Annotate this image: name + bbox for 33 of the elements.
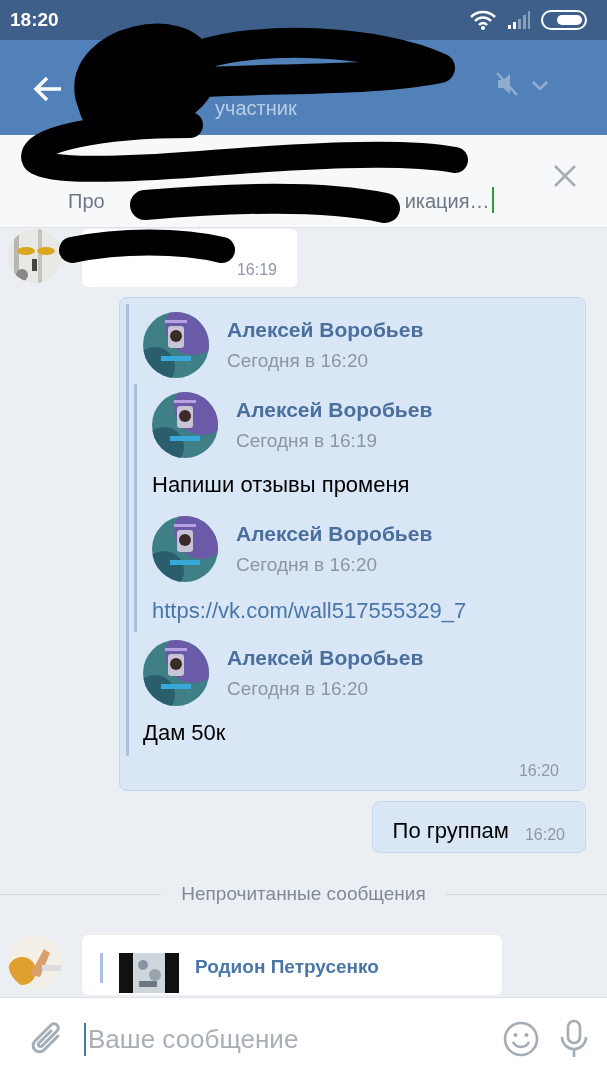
message-time: 16:20 <box>524 826 565 844</box>
signal-icon <box>507 10 531 30</box>
pinned-text: Про <box>68 190 105 213</box>
message-date: Сегодня в 16:20 <box>236 554 378 576</box>
chat-subtitle: участник <box>215 97 297 120</box>
message-date: Сегодня в 16:19 <box>236 430 378 452</box>
message-composer[interactable]: Ваше сообщение <box>0 997 607 1080</box>
author-name[interactable]: Алексей Воробьев <box>236 522 433 546</box>
message-time: 16:19 <box>236 261 277 279</box>
author-name[interactable]: Родион Петрусенко <box>195 957 379 976</box>
message-text: По группам <box>392 818 509 844</box>
muted-speaker-icon[interactable] <box>495 70 519 97</box>
smiley-icon[interactable] <box>503 1021 539 1057</box>
author-name[interactable]: Алексей Воробьев <box>227 646 424 670</box>
message-link[interactable]: https://vk.com/wall517555329_7 <box>152 598 573 624</box>
message-text: Дам 50к <box>143 720 227 746</box>
message-date: Сегодня в 16:20 <box>227 678 369 700</box>
message-date: Сегодня в 16:20 <box>227 350 369 372</box>
message-time: 16:20 <box>518 762 559 780</box>
chevron-down-icon[interactable] <box>531 79 549 92</box>
microphone-icon[interactable] <box>559 1019 589 1059</box>
unread-divider-label: Непрочитанные сообщения <box>181 883 426 905</box>
text-cursor <box>491 187 494 213</box>
message-input[interactable]: Ваше сообщение <box>84 1022 483 1056</box>
status-time: 18:20 <box>10 9 59 31</box>
message-text: Напиши отзывы променя <box>152 472 411 498</box>
close-icon[interactable] <box>553 164 577 188</box>
author-name[interactable]: Алексей Воробьев <box>236 398 433 422</box>
battery-icon <box>541 10 587 30</box>
author-name[interactable]: Алексей Воробьев <box>227 318 424 342</box>
wifi-icon <box>469 10 497 30</box>
back-arrow-icon[interactable] <box>33 75 63 102</box>
pinned-text: икация… <box>404 190 490 213</box>
